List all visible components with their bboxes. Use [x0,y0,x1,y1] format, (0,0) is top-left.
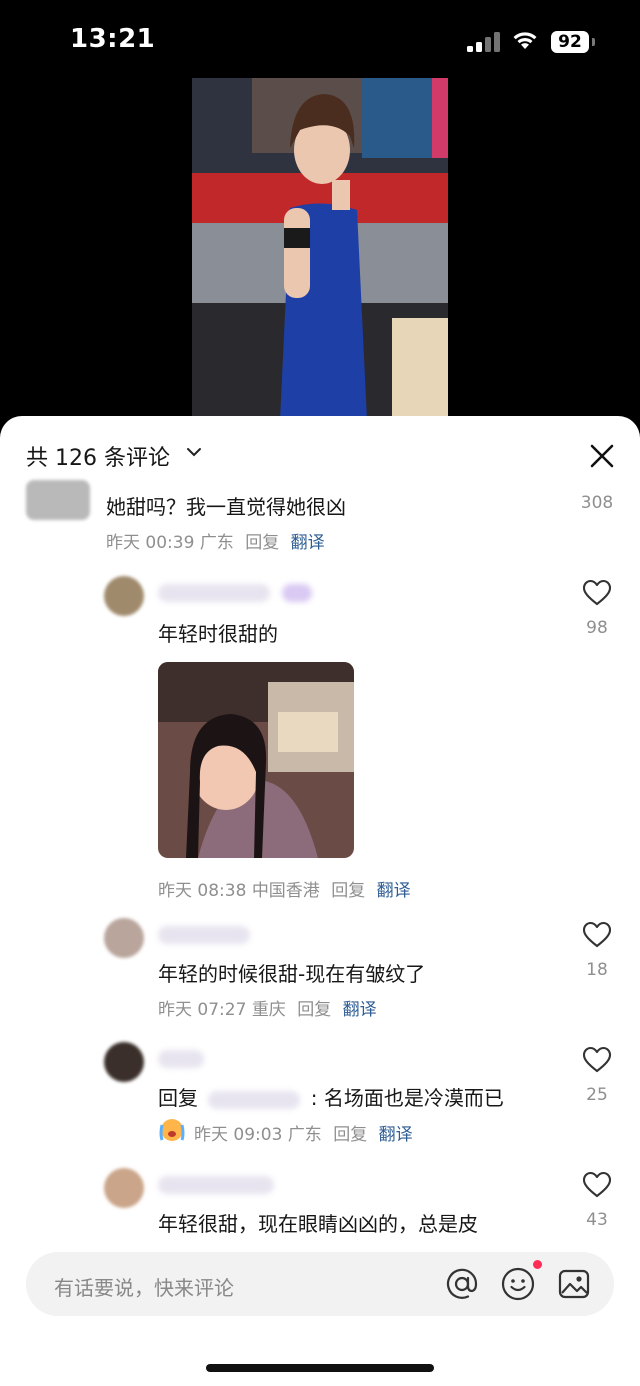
like-heart-icon[interactable] [582,1171,612,1199]
username-blurred [158,926,250,944]
like-count: 308 [580,493,614,513]
comment-text: 她甜吗？我一直觉得她很凶 [106,495,346,519]
like-heart-icon[interactable] [582,1046,612,1074]
reply-button[interactable]: 回复 [245,533,279,553]
crying-face-icon [159,1119,185,1141]
translate-button[interactable]: 翻译 [379,1125,413,1145]
comment-time: 昨天 07:27 [158,1000,247,1020]
translate-button[interactable]: 翻译 [291,533,325,553]
attached-photo [158,662,354,858]
comment-input-bar[interactable]: 有话要说，快来评论 [26,1252,614,1316]
avatar[interactable] [104,1042,144,1082]
video-photo [192,78,448,420]
image-icon[interactable] [556,1266,592,1302]
username-blurred [158,584,270,602]
avatar[interactable] [104,918,144,958]
comment-time: 昨天 09:03 [194,1125,283,1145]
comment-meta: 昨天 00:39 广东 回复 翻译 [106,528,325,553]
comment-meta: 昨天 09:03 广东 回复 翻译 [194,1120,413,1145]
reply-button[interactable]: 回复 [331,881,365,901]
comment-text: 年轻时很甜的 [158,622,278,646]
comment-meta: 昨天 08:38 中国香港 回复 翻译 [158,876,411,901]
translate-button[interactable]: 翻译 [377,881,411,901]
avatar[interactable] [26,480,90,520]
battery-indicator: 92 [551,31,589,53]
comment-input-placeholder[interactable]: 有话要说，快来评论 [54,1272,234,1301]
home-indicator [206,1364,434,1372]
like-count: 18 [586,960,608,980]
battery-tip [592,38,595,46]
comment-text: 回复 : 名场面也是冷漠而已 [158,1082,504,1111]
comment-text: 年轻很甜，现在眼睛凶凶的，总是皮 [158,1212,478,1236]
close-icon[interactable] [586,440,618,472]
badge-blurred [282,584,312,602]
like-heart-icon[interactable] [582,579,612,607]
comment-sheet: 共 126 条评论 她甜吗？我一直觉得她很凶 昨天 00:39 广东 回复 翻译… [0,416,640,1386]
comment-count-title[interactable]: 共 126 条评论 [26,440,170,472]
mention-blurred[interactable] [208,1090,301,1109]
comment-location: 中国香港 [251,881,320,901]
like-count: 43 [586,1210,608,1230]
avatar[interactable] [104,1168,144,1208]
comment-attached-image[interactable] [158,662,354,858]
comment-text: 年轻的时候很甜-现在有皱纹了 [158,962,426,986]
like-count: 25 [586,1085,608,1105]
comment-time: 昨天 08:38 [158,881,247,901]
reply-prefix: 回复 [158,1086,198,1110]
like-heart-icon[interactable] [582,921,612,949]
at-icon[interactable] [444,1266,480,1302]
wifi-icon [513,32,537,49]
chevron-down-icon[interactable] [186,446,202,458]
like-count: 98 [586,618,608,638]
comment-location: 重庆 [251,1000,286,1020]
reply-button[interactable]: 回复 [333,1125,367,1145]
comment-sheet-header: 共 126 条评论 [0,416,640,490]
status-time: 13:21 [70,24,156,54]
notification-dot [533,1260,542,1269]
reply-content: : 名场面也是冷漠而已 [310,1086,504,1110]
signal-icon [467,32,501,52]
emoji-icon[interactable] [500,1266,536,1302]
status-bar: 13:21 92 [0,0,640,80]
video-player[interactable] [192,78,448,420]
battery-level: 92 [558,32,582,52]
username-blurred [158,1050,204,1068]
reply-button[interactable]: 回复 [297,1000,331,1020]
avatar[interactable] [104,576,144,616]
username-blurred [158,1176,274,1194]
translate-button[interactable]: 翻译 [343,1000,377,1020]
comment-location: 广东 [287,1125,322,1145]
comment-location: 广东 [199,533,234,553]
comment-time: 昨天 00:39 [106,533,195,553]
comment-meta: 昨天 07:27 重庆 回复 翻译 [158,995,377,1020]
